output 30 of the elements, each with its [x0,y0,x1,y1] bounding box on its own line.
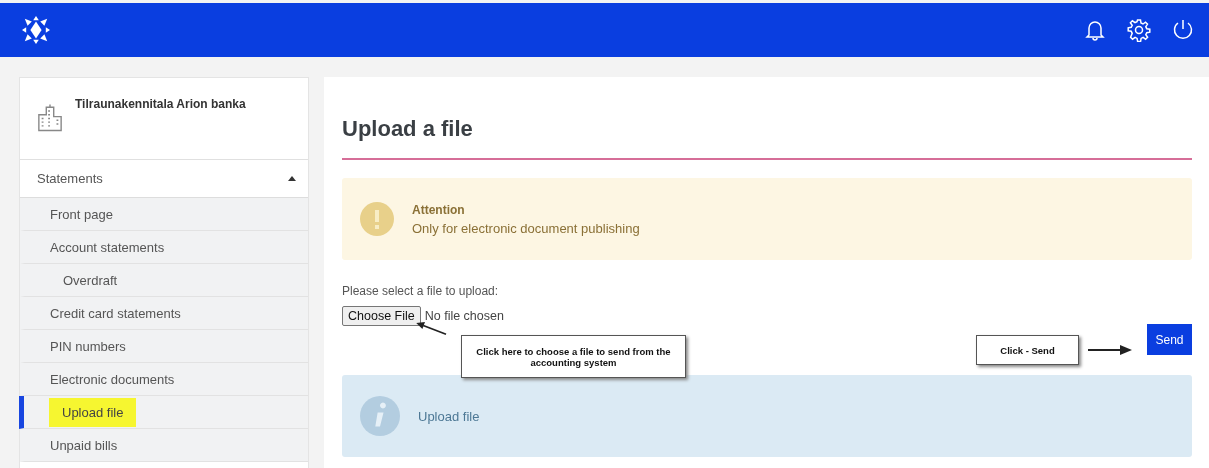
alert-text: Upload file [418,408,480,424]
power-icon[interactable] [1171,18,1195,42]
choose-file-button[interactable]: Choose File [342,306,421,326]
page-title: Upload a file [342,116,474,143]
building-icon [37,103,63,132]
caret-icon [288,176,296,181]
callout-note: Click - Send [976,335,1079,365]
callout-note: Click here to choose a file to send from the accounting system [461,335,686,378]
sidebar-item[interactable]: Account statements [20,231,308,264]
arrow-icon [1088,345,1132,355]
settings-icon[interactable] [1127,18,1151,42]
alert-text: Only for electronic document publishing [412,220,640,236]
sidebar-item[interactable]: Credit card statements [20,297,308,330]
bell-icon[interactable] [1083,18,1107,42]
arrow-icon [416,322,448,336]
sidebar-item[interactable]: Upload file [19,396,308,429]
sidebar-item[interactable]: Unpaid bills [20,429,308,462]
exclamation-icon [360,202,394,236]
sidebar-item[interactable]: PIN numbers [20,330,308,363]
logo-icon [22,16,50,44]
file-status: No file chosen [424,309,504,323]
alert-title: Attention [412,202,466,217]
sidebar-item[interactable]: Overdraft [20,264,308,297]
sidebar-item[interactable]: Electronic documents [20,363,308,396]
field-label: Please select a file to upload: [342,284,500,298]
company-name: Tilraunakennitala Arion banka [75,97,246,111]
highlight-mark: Upload file [49,397,137,427]
info-icon [360,396,400,436]
sidebar-item[interactable]: Front page [20,198,308,231]
send-button[interactable]: Send [1147,324,1192,355]
